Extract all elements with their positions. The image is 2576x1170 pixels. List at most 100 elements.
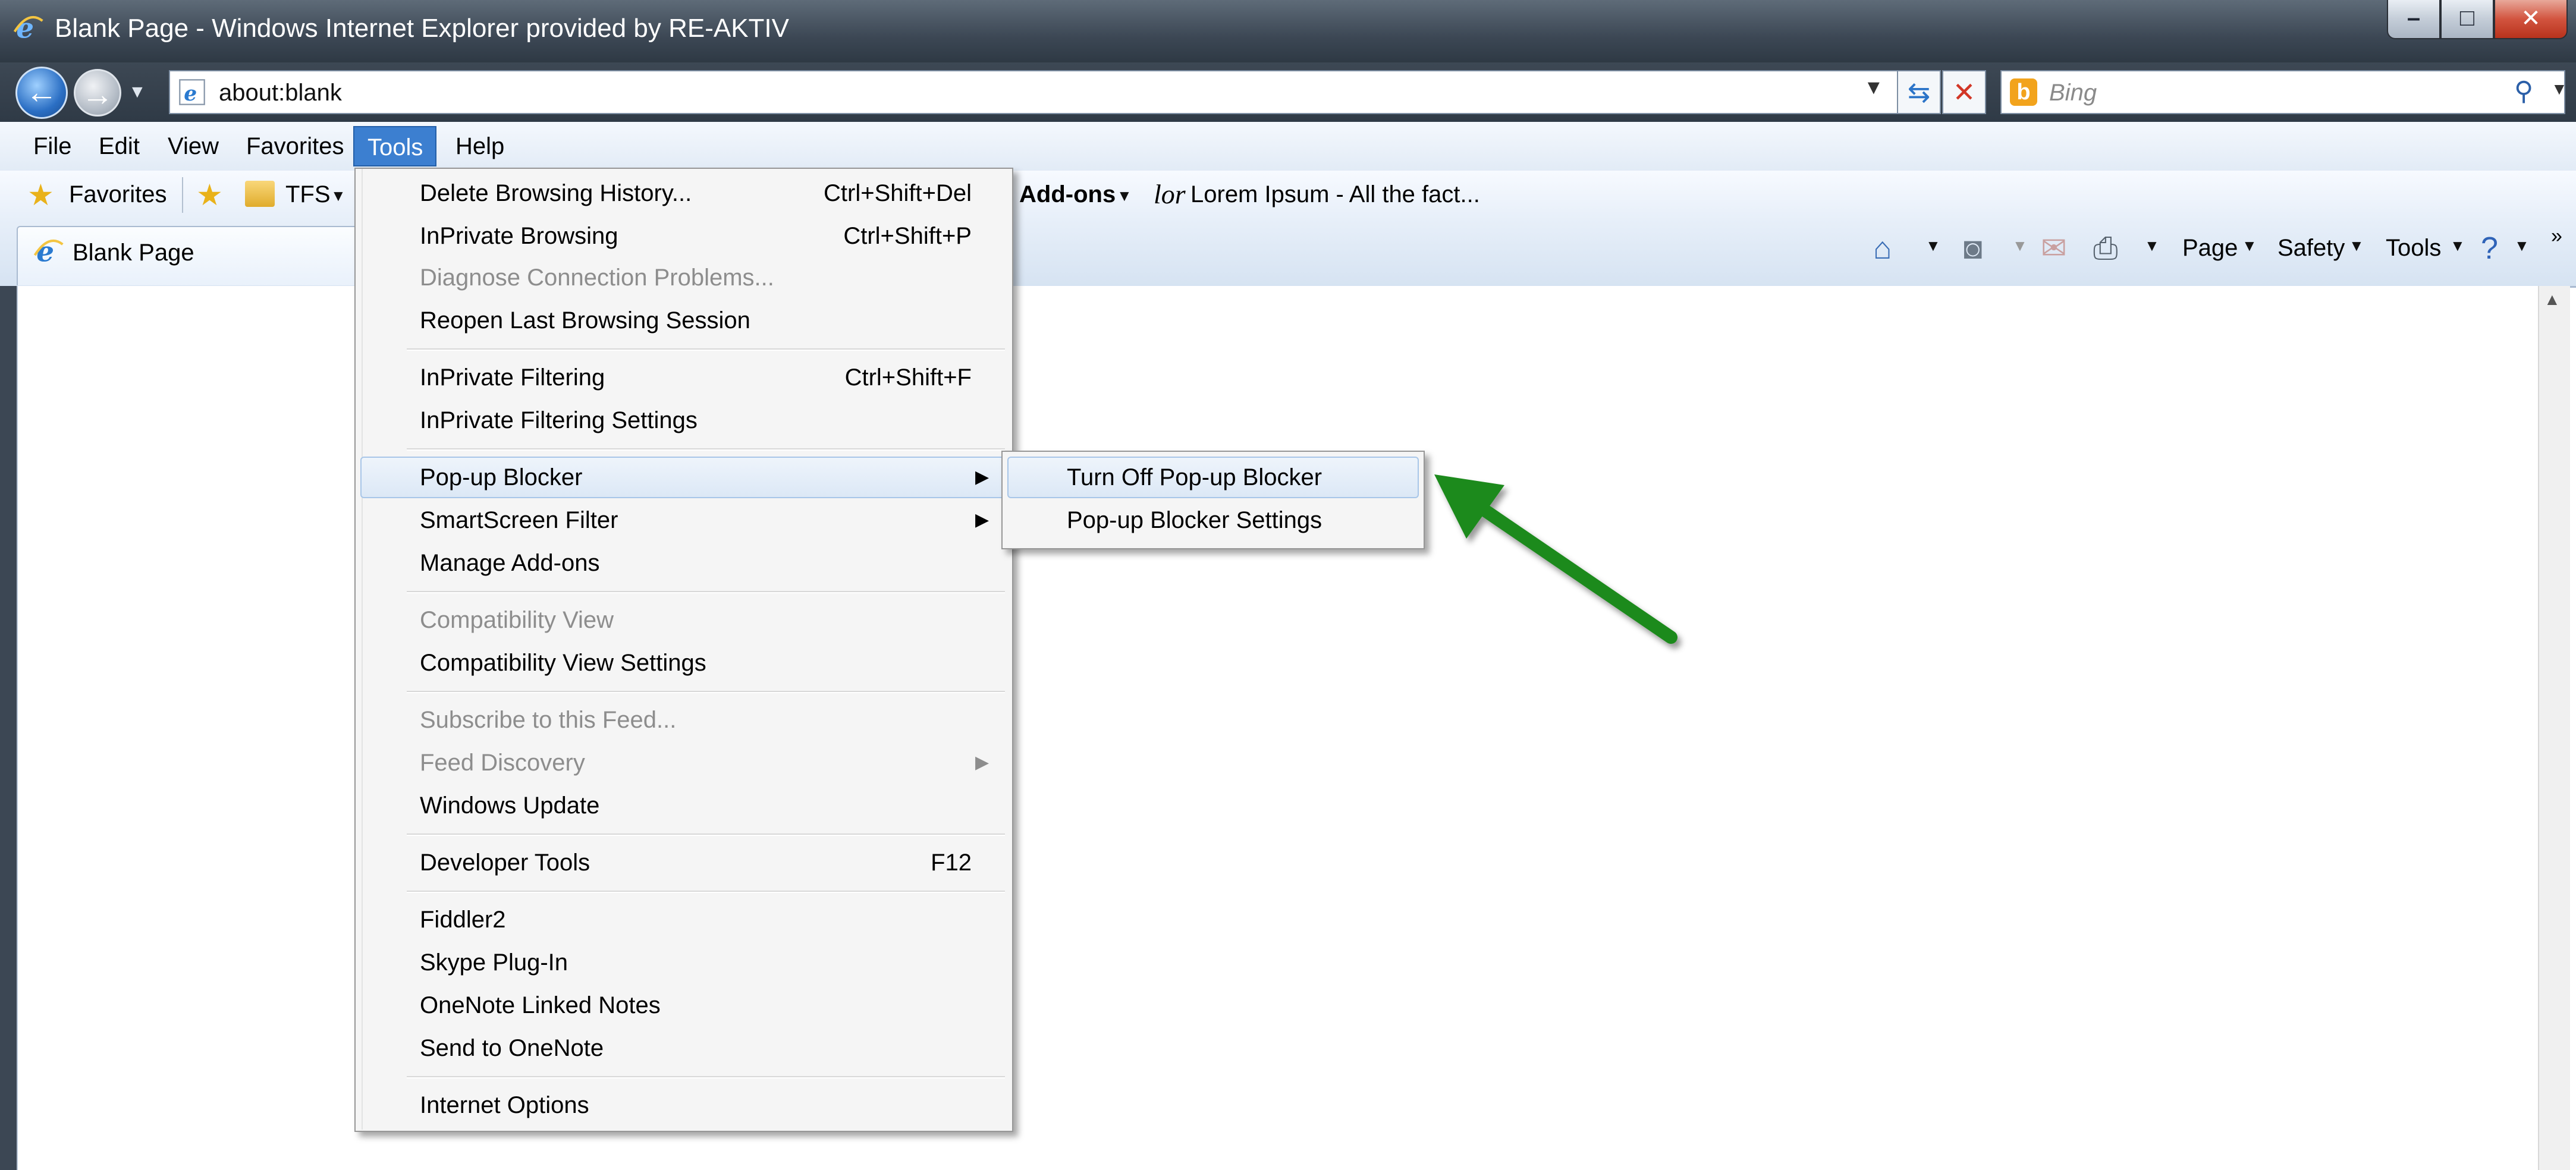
menu-separator (407, 1076, 1005, 1078)
lorem-favicon: lor (1154, 179, 1186, 209)
favorites-button[interactable]: Favorites (69, 176, 167, 213)
history-dropdown-icon[interactable]: ▼ (128, 82, 146, 102)
menu-separator (407, 691, 1005, 693)
menu-help[interactable]: Help (442, 126, 517, 166)
menu-item-turn-off-popup-blocker[interactable]: Turn Off Pop-up Blocker (1067, 457, 1322, 498)
add-favorite-icon[interactable]: ★ (196, 178, 223, 212)
menu-item-onenote-linked-notes[interactable]: OneNote Linked Notes (420, 985, 661, 1026)
close-button[interactable]: ✕ (2494, 0, 2568, 39)
menu-item-popup-blocker[interactable]: Pop-up Blocker (420, 457, 582, 498)
lorem-ipsum-link[interactable]: Lorem Ipsum - All the fact... (1190, 176, 1480, 213)
forward-arrow-icon: → (81, 77, 114, 112)
tools-menu-button[interactable]: Tools (2386, 229, 2441, 266)
scroll-up-arrow-icon[interactable]: ▲ (2544, 290, 2561, 309)
menu-item-send-to-onenote[interactable]: Send to OneNote (420, 1027, 604, 1069)
minimize-button[interactable]: – (2387, 0, 2440, 39)
menu-item-internet-options[interactable]: Internet Options (420, 1084, 589, 1126)
shortcut-developer-tools: F12 (931, 850, 972, 876)
window-title: Blank Page - Windows Internet Explorer p… (55, 14, 789, 43)
menu-item-inprivate-filtering-settings[interactable]: InPrivate Filtering Settings (420, 400, 698, 441)
vertical-scrollbar[interactable] (2538, 286, 2570, 1170)
menu-item-skype-plugin[interactable]: Skype Plug-In (420, 942, 568, 983)
folder-icon (245, 181, 275, 207)
print-icon[interactable]: ⎙ (2093, 231, 2118, 266)
address-dropdown-icon[interactable]: ▼ (1864, 76, 1884, 99)
menu-item-inprivate-filtering[interactable]: InPrivate Filtering (420, 357, 605, 398)
ie-logo-icon: e (13, 13, 43, 44)
home-icon[interactable]: ⌂ (1873, 231, 1892, 266)
ie-page-icon: e (33, 237, 64, 268)
menu-file[interactable]: File (20, 126, 84, 166)
bing-icon: b (2010, 78, 2037, 106)
shortcut-inprivate-filtering: Ctrl+Shift+F (844, 364, 972, 391)
menu-item-delete-history[interactable]: Delete Browsing History... (420, 172, 692, 214)
menu-edit[interactable]: Edit (86, 126, 153, 166)
menu-item-inprivate-browsing[interactable]: InPrivate Browsing (420, 215, 618, 257)
feeds-dropdown-icon[interactable]: ▼ (2012, 237, 2028, 255)
menu-separator (407, 891, 1005, 893)
menu-view[interactable]: View (155, 126, 232, 166)
print-dropdown-icon[interactable]: ▼ (2144, 237, 2160, 255)
search-input[interactable]: Bing (2049, 75, 2097, 111)
menu-gutter (362, 169, 363, 1130)
chevron-more-icon[interactable]: » (2551, 218, 2562, 254)
addons-dropdown-icon[interactable]: ▼ (1117, 187, 1132, 205)
menu-item-compatibility-settings[interactable]: Compatibility View Settings (420, 642, 706, 684)
page-menu-button[interactable]: Page (2182, 229, 2238, 266)
menu-tools[interactable]: Tools (353, 126, 436, 166)
stop-button[interactable]: ✕ (1942, 70, 1986, 114)
stop-icon: ✕ (1952, 77, 1976, 108)
safety-menu-button[interactable]: Safety (2277, 229, 2345, 266)
menu-item-feed-discovery: Feed Discovery (420, 750, 585, 776)
menu-item-diagnose-connection: Diagnose Connection Problems... (420, 265, 774, 291)
tfs-folder-link[interactable]: TFS (285, 176, 331, 213)
menu-item-manage-addons[interactable]: Manage Add-ons (420, 542, 599, 584)
help-icon[interactable]: ? (2481, 231, 2498, 266)
menu-item-windows-update[interactable]: Windows Update (420, 785, 599, 826)
submenu-arrow-icon: ▶ (975, 467, 989, 487)
help-dropdown-icon[interactable]: ▼ (2514, 237, 2530, 255)
tab-title[interactable]: Blank Page (73, 234, 194, 271)
safety-dropdown-icon[interactable]: ▼ (2349, 237, 2364, 255)
address-input[interactable]: about:blank (219, 75, 342, 111)
home-dropdown-icon[interactable]: ▼ (1925, 237, 1941, 255)
menu-item-smartscreen[interactable]: SmartScreen Filter (420, 499, 618, 541)
tools-dropdown-icon[interactable]: ▼ (2450, 237, 2465, 255)
maximize-button[interactable]: □ (2440, 0, 2494, 39)
menu-favorites[interactable]: Favorites (233, 126, 357, 166)
search-icon[interactable]: ⚲ (2514, 76, 2533, 106)
menu-item-reopen-session[interactable]: Reopen Last Browsing Session (420, 300, 750, 341)
menu-separator (407, 448, 1005, 451)
refresh-button[interactable]: ⇆ (1897, 70, 1941, 114)
menu-separator (407, 591, 1005, 593)
search-box[interactable]: b Bing (2000, 70, 2565, 114)
menu-item-compatibility-view: Compatibility View (420, 607, 614, 633)
submenu-arrow-icon: ▶ (975, 510, 989, 530)
feeds-icon[interactable]: ◙ (1964, 231, 1982, 266)
favorites-separator (182, 177, 183, 213)
page-dropdown-icon[interactable]: ▼ (2242, 237, 2257, 255)
menu-separator (407, 834, 1005, 836)
tfs-dropdown-icon[interactable]: ▼ (331, 187, 346, 205)
submenu-arrow-icon: ▶ (975, 753, 989, 772)
back-arrow-icon: ← (26, 74, 58, 110)
shortcut-delete-history: Ctrl+Shift+Del (824, 180, 972, 206)
maximize-icon: □ (2459, 5, 2475, 31)
menu-item-fiddler2[interactable]: Fiddler2 (420, 899, 506, 941)
close-icon: ✕ (2521, 5, 2541, 32)
address-bar[interactable]: e about:blank (169, 70, 1906, 114)
annotation-arrow-icon (1434, 474, 1677, 644)
shortcut-inprivate-browsing: Ctrl+Shift+P (843, 223, 972, 249)
window-frame (0, 286, 17, 1170)
menu-item-popup-blocker-settings[interactable]: Pop-up Blocker Settings (1067, 499, 1322, 541)
favorites-star-icon: ★ (27, 178, 54, 212)
search-options-icon[interactable]: ▼ (2551, 80, 2568, 99)
mail-icon[interactable]: ✉ (2041, 231, 2067, 266)
forward-button[interactable]: → (74, 69, 121, 117)
menu-item-developer-tools[interactable]: Developer Tools (420, 842, 590, 883)
back-button[interactable]: ← (15, 67, 68, 119)
addons-link[interactable]: Add-ons (1019, 176, 1116, 213)
browser-window: e Blank Page - Windows Internet Explorer… (0, 0, 2576, 1170)
minimize-icon: – (2407, 5, 2421, 31)
svg-text:e: e (184, 82, 197, 106)
